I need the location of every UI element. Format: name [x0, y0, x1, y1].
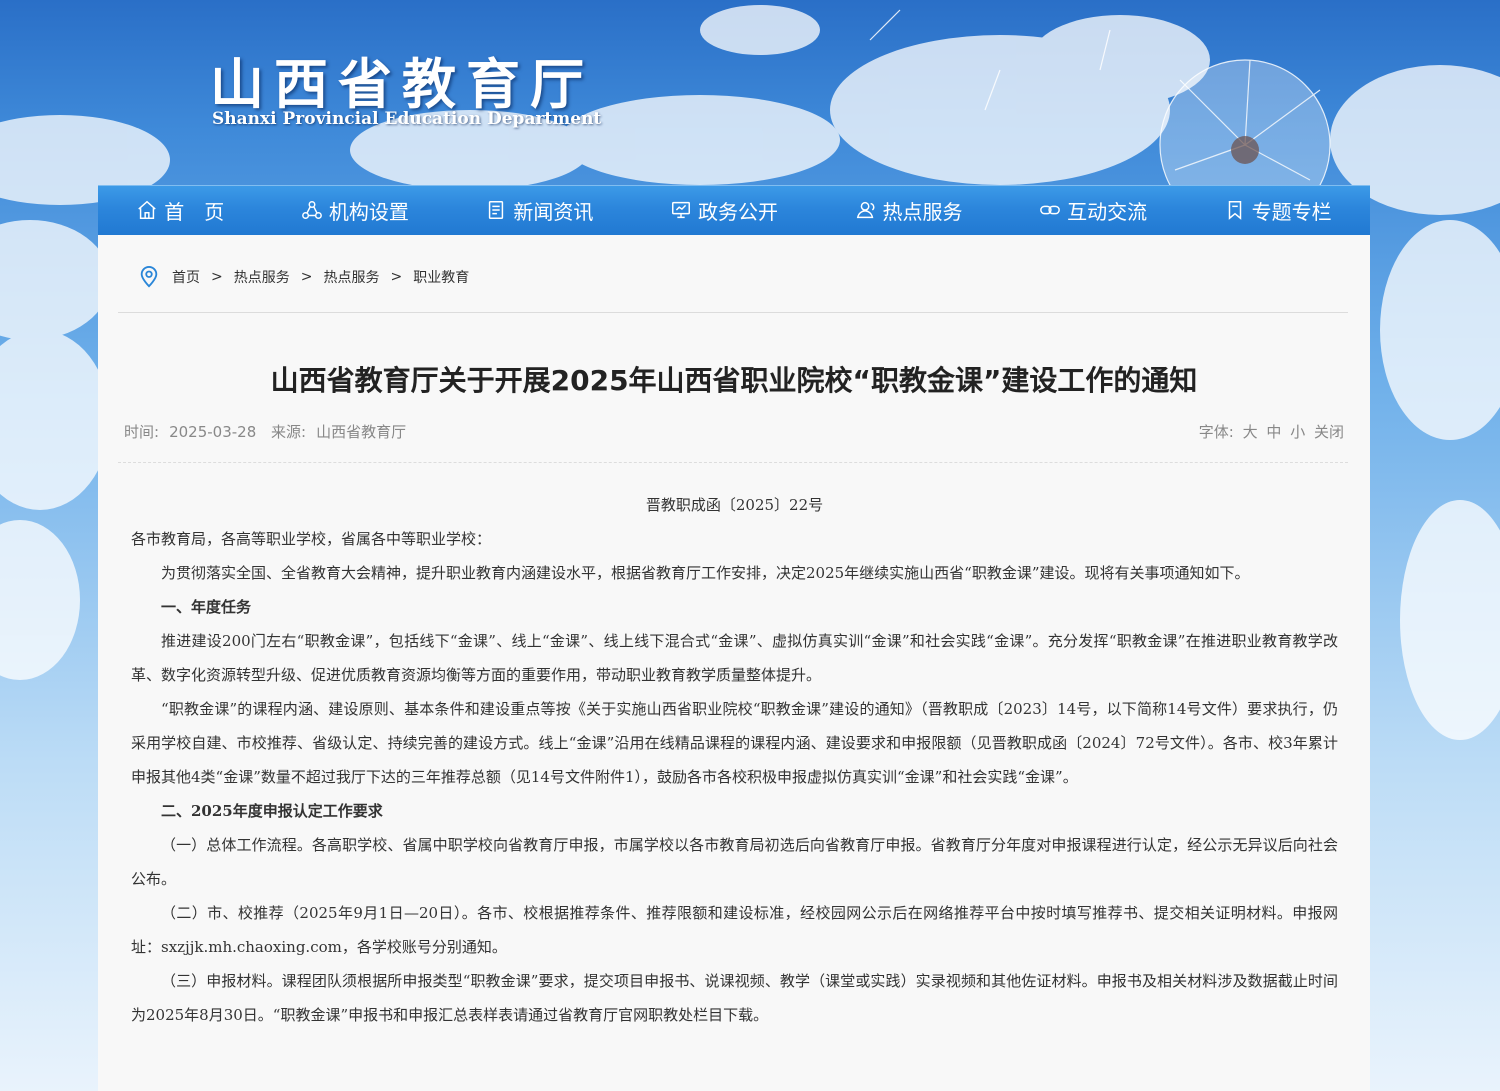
nav-item-label: 政务公开 — [697, 199, 778, 224]
breadcrumb-hot-service-sub[interactable]: 热点服务 — [323, 267, 379, 287]
nav-item-label: 热点服务 — [882, 199, 963, 224]
breadcrumb-vocational-education[interactable]: 职业教育 — [413, 267, 469, 287]
nav-item-org[interactable]: 机构设置 — [301, 196, 409, 225]
breadcrumb-home[interactable]: 首页 — [172, 267, 200, 287]
location-icon — [140, 266, 158, 288]
publish-time: 2025-03-28 — [169, 423, 257, 441]
time-label: 时间: — [124, 423, 160, 441]
font-size-controls: 字体: 大 中 小 关闭 — [1195, 421, 1344, 442]
font-size-label: 字体: — [1198, 423, 1234, 441]
document-number: 晋教职成函〔2025〕22号 — [645, 496, 824, 514]
breadcrumb: 首页 > 热点服务 > 热点服务 > 职业教育 — [138, 265, 469, 289]
nav-item-topics[interactable]: 专题专栏 — [1224, 196, 1332, 225]
nav-item-interact[interactable]: 互动交流 — [1039, 196, 1147, 225]
user-service-icon — [856, 201, 874, 219]
font-small-button[interactable]: 小 — [1290, 423, 1305, 441]
link-icon — [1040, 205, 1060, 215]
divider — [118, 312, 1348, 313]
salutation: 各市教育局，各高等职业学校，省属各中等职业学校： — [131, 530, 492, 548]
nav-item-news[interactable]: 新闻资讯 — [485, 196, 593, 225]
breadcrumb-separator: > — [390, 269, 403, 285]
monitor-icon — [671, 201, 690, 219]
breadcrumb-separator: > — [300, 269, 313, 285]
nav-item-label: 互动交流 — [1067, 199, 1148, 224]
main-nav: 首 页 机构设置 新闻资讯 政务公开 热点服务 互动交流 专题专栏 — [98, 185, 1370, 235]
article-panel: 首页 > 热点服务 > 热点服务 > 职业教育 山西省教育厅关于开展2025年山… — [98, 235, 1370, 1091]
paragraph: 推进建设200门左右“职教金课”，包括线下“金课”、线上“金课”、线上线下混合式… — [131, 632, 1338, 684]
breadcrumb-hot-service[interactable]: 热点服务 — [234, 267, 290, 287]
nav-item-label: 新闻资讯 — [513, 199, 594, 224]
paragraph: （三）申报材料。课程团队须根据所申报类型“职教金课”要求，提交项目申报书、说课视… — [131, 972, 1338, 1024]
bookmark-icon — [1228, 201, 1241, 220]
article-title: 山西省教育厅关于开展2025年山西省职业院校“职教金课”建设工作的通知 — [270, 364, 1198, 397]
section-heading: 一、年度任务 — [161, 598, 252, 616]
home-icon — [138, 200, 157, 219]
news-icon — [489, 201, 504, 219]
nav-item-label: 专题专栏 — [1251, 199, 1332, 224]
nav-item-label: 首 页 — [164, 199, 225, 224]
paragraph: “职教金课”的课程内涵、建设原则、基本条件和建设重点等按《关于实施山西省职业院校… — [131, 700, 1338, 786]
breadcrumb-separator: > — [211, 269, 223, 285]
dashed-divider — [118, 462, 1348, 463]
site-logo-subtitle: Shanxi Provincial Education Department — [212, 109, 602, 129]
site-logo-title[interactable]: 山西省教育厅 — [210, 40, 594, 119]
font-large-button[interactable]: 大 — [1243, 423, 1258, 441]
nav-item-gov[interactable]: 政务公开 — [670, 196, 778, 225]
nav-item-service[interactable]: 热点服务 — [855, 196, 963, 225]
paragraph: （一）总体工作流程。各高职学校、省属中职学校向省教育厅申报，市属学校以各市教育局… — [131, 836, 1338, 888]
nav-item-home[interactable]: 首 页 — [136, 196, 224, 225]
site-header: 山西省教育厅 Shanxi Provincial Education Depar… — [0, 0, 1500, 186]
section-heading: 二、2025年度申报认定工作要求 — [161, 802, 383, 820]
nav-item-label: 机构设置 — [328, 199, 409, 224]
paragraph: （二）市、校推荐（2025年9月1日—20日）。各市、校根据推荐条件、推荐限额和… — [131, 904, 1338, 956]
close-button[interactable]: 关闭 — [1314, 423, 1344, 441]
article-body: 晋教职成函〔2025〕22号 各市教育局，各高等职业学校，省属各中等职业学校： … — [131, 488, 1338, 1032]
source-label: 来源: — [271, 423, 307, 441]
article-source: 山西省教育厅 — [316, 423, 407, 441]
article-meta: 时间: 2025-03-28 来源: 山西省教育厅 — [124, 421, 416, 442]
org-icon — [301, 201, 322, 219]
font-medium-button[interactable]: 中 — [1266, 423, 1281, 441]
paragraph: 为贯彻落实全国、全省教育大会精神，提升职业教育内涵建设水平，根据省教育厅工作安排… — [161, 564, 1250, 582]
